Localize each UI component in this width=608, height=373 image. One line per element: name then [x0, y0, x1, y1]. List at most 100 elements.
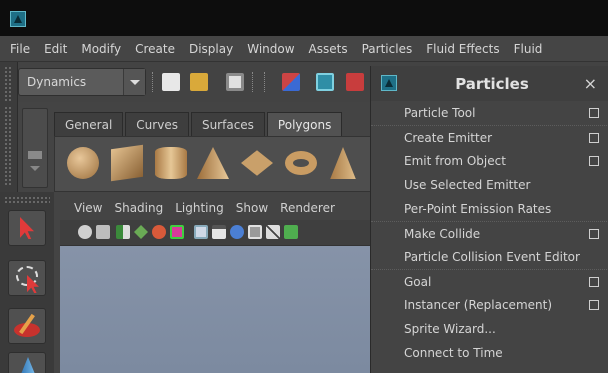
- option-box-icon[interactable]: [589, 156, 599, 166]
- option-box-icon[interactable]: [589, 133, 599, 143]
- title-bar: [0, 0, 608, 36]
- menu-item-label: Use Selected Emitter: [404, 178, 531, 192]
- menu-item-per-point-emission-rates[interactable]: Per-Point Emission Rates: [371, 197, 608, 221]
- cone-icon[interactable]: [197, 147, 229, 179]
- menu-item-goal[interactable]: Goal: [371, 269, 608, 293]
- shelf-grip[interactable]: [0, 102, 18, 192]
- prism-icon[interactable]: [330, 147, 356, 179]
- panel-menu-view[interactable]: View: [60, 196, 108, 220]
- select-hierarchy-icon[interactable]: [282, 73, 300, 91]
- particles-menu-header: Particles ×: [371, 66, 608, 101]
- main-menubar: File Edit Modify Create Display Window Assets P…: [0, 36, 608, 62]
- close-icon[interactable]: ×: [584, 74, 597, 93]
- cube-icon[interactable]: [111, 144, 143, 182]
- viewport[interactable]: [60, 246, 370, 373]
- menu-display[interactable]: Display: [182, 36, 240, 62]
- tab-curves[interactable]: Curves: [125, 112, 189, 136]
- 2d-pan-zoom-icon[interactable]: [152, 225, 166, 239]
- menu-item-use-selected-emitter[interactable]: Use Selected Emitter: [371, 173, 608, 197]
- cylinder-icon[interactable]: [155, 147, 187, 179]
- menu-fluid[interactable]: Fluid: [507, 36, 550, 62]
- menu-item-connect-to-time[interactable]: Connect to Time: [371, 341, 608, 365]
- panel-menu-renderer[interactable]: Renderer: [274, 196, 341, 220]
- particles-menu-items: Particle Tool Create Emitter Emit from Obj…: [371, 101, 608, 365]
- status-line-grip[interactable]: [0, 62, 18, 146]
- menu-item-label: Connect to Time: [404, 346, 503, 360]
- menu-item-label: Goal: [404, 275, 432, 289]
- particles-menu-title: Particles: [455, 75, 529, 93]
- toolbox: [0, 192, 54, 373]
- menu-item-particle-tool[interactable]: Particle Tool: [371, 101, 608, 125]
- move-tool-icon[interactable]: [8, 352, 46, 373]
- new-scene-icon[interactable]: [162, 73, 180, 91]
- menu-particles[interactable]: Particles: [355, 36, 420, 62]
- menu-item-make-collide[interactable]: Make Collide: [371, 221, 608, 245]
- sphere-icon[interactable]: [67, 147, 99, 179]
- select-tool-icon[interactable]: [8, 210, 46, 246]
- paint-select-tool-icon[interactable]: [8, 308, 46, 344]
- menu-item-sprite-wizard[interactable]: Sprite Wizard...: [371, 317, 608, 341]
- gate-mask-icon[interactable]: [248, 225, 262, 239]
- menu-item-label: Sprite Wizard...: [404, 322, 496, 336]
- panel-menu-show[interactable]: Show: [230, 196, 274, 220]
- option-box-icon[interactable]: [589, 277, 599, 287]
- grid-icon[interactable]: [194, 225, 208, 239]
- menu-item-create-emitter[interactable]: Create Emitter: [371, 125, 608, 149]
- particles-menu-window: Particles × Particle Tool Create Emitter E…: [370, 66, 608, 373]
- menu-window[interactable]: Window: [240, 36, 301, 62]
- field-chart-icon[interactable]: [266, 225, 280, 239]
- save-scene-icon[interactable]: [226, 73, 244, 91]
- toolbar-divider: [264, 72, 267, 92]
- menu-file[interactable]: File: [0, 36, 37, 62]
- bookmarks-icon[interactable]: [116, 225, 130, 239]
- toolbar-divider: [152, 72, 155, 92]
- menu-assets[interactable]: Assets: [302, 36, 355, 62]
- menu-item-emit-from-object[interactable]: Emit from Object: [371, 149, 608, 173]
- select-component-icon[interactable]: [346, 73, 364, 91]
- shelf-content: [54, 136, 384, 192]
- tab-polygons[interactable]: Polygons: [266, 112, 343, 136]
- menu-item-label: Emit from Object: [404, 154, 506, 168]
- lasso-tool-icon[interactable]: [8, 260, 46, 296]
- menu-edit[interactable]: Edit: [37, 36, 74, 62]
- tab-general[interactable]: General: [54, 112, 124, 136]
- camera-attributes-icon[interactable]: [96, 225, 110, 239]
- panel-menu-shading[interactable]: Shading: [108, 196, 169, 220]
- chevron-down-icon: [123, 69, 145, 95]
- option-box-icon[interactable]: [589, 229, 599, 239]
- panel-menu-lighting[interactable]: Lighting: [169, 196, 230, 220]
- maya-logo-icon: [10, 11, 26, 27]
- menu-item-label: Per-Point Emission Rates: [404, 202, 552, 216]
- menu-fluid-effects[interactable]: Fluid Effects: [419, 36, 506, 62]
- select-object-icon[interactable]: [316, 73, 334, 91]
- menu-item-label: Create Emitter: [404, 131, 493, 145]
- plane-icon[interactable]: [241, 150, 273, 176]
- shelf-tabs: General Curves Surfaces Polygons: [54, 112, 344, 136]
- shelf-collapse-button[interactable]: [22, 108, 48, 188]
- menu-modify[interactable]: Modify: [74, 36, 128, 62]
- grease-pencil-icon[interactable]: [170, 225, 184, 239]
- menu-item-label: Make Collide: [404, 227, 481, 241]
- panel-toolbar: [60, 220, 380, 246]
- tab-surfaces[interactable]: Surfaces: [190, 112, 265, 136]
- option-box-icon[interactable]: [589, 108, 599, 118]
- menu-set-value: Dynamics: [27, 75, 87, 89]
- camera-icon[interactable]: [78, 225, 92, 239]
- open-scene-icon[interactable]: [190, 73, 208, 91]
- film-gate-icon[interactable]: [212, 225, 226, 239]
- menu-item-label: Particle Collision Event Editor: [404, 250, 580, 264]
- menu-item-instancer-replacement[interactable]: Instancer (Replacement): [371, 293, 608, 317]
- menu-item-label: Instancer (Replacement): [404, 298, 553, 312]
- image-plane-icon[interactable]: [134, 225, 148, 239]
- arrow-cursor-icon: [20, 217, 34, 239]
- menu-item-label: Particle Tool: [404, 106, 476, 120]
- toolbar-divider: [252, 72, 255, 92]
- menu-item-particle-collision-event-editor[interactable]: Particle Collision Event Editor: [371, 245, 608, 269]
- torus-icon[interactable]: [285, 151, 317, 175]
- option-box-icon[interactable]: [589, 300, 599, 310]
- menu-create[interactable]: Create: [128, 36, 182, 62]
- safe-action-icon[interactable]: [284, 225, 298, 239]
- panel-menubar: View Shading Lighting Show Renderer: [60, 196, 380, 220]
- menu-set-selector[interactable]: Dynamics: [18, 68, 146, 96]
- resolution-gate-icon[interactable]: [230, 225, 244, 239]
